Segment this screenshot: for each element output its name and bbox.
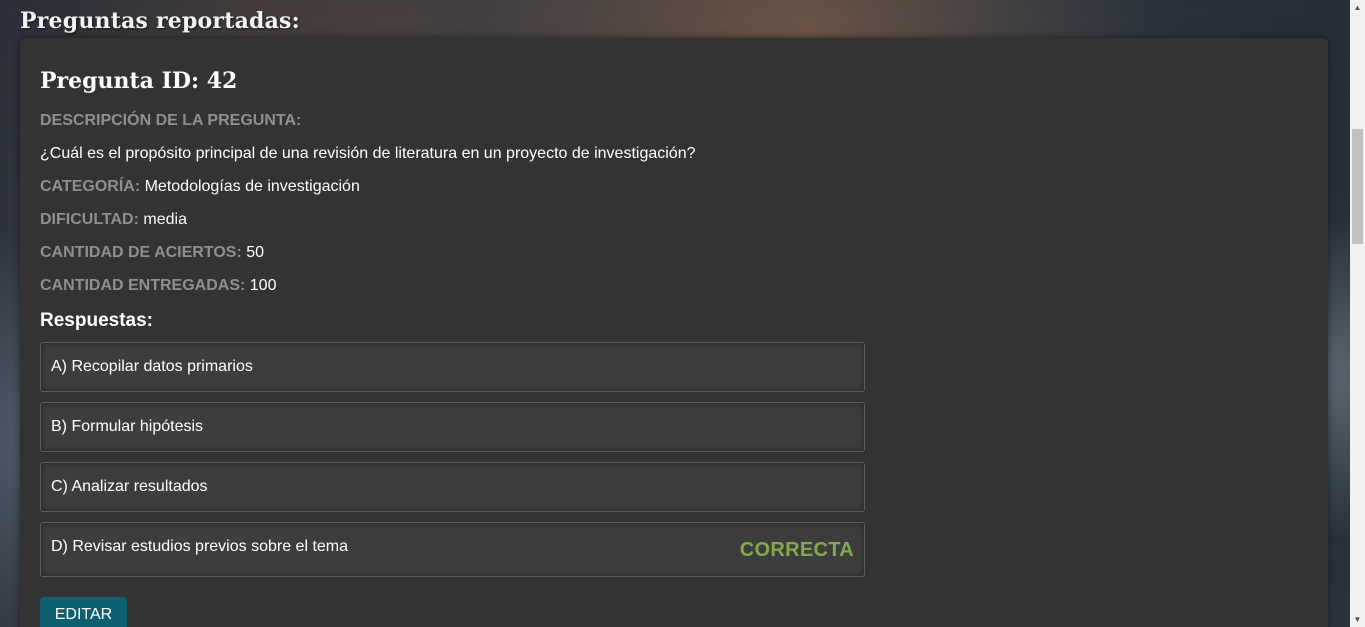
category-row: CATEGORÍA: Metodologías de investigación [40, 178, 360, 196]
difficulty-row: DIFICULTAD: media [40, 211, 187, 229]
answer-text: A) Recopilar datos primarios [51, 358, 253, 375]
answer-text: B) Formular hipótesis [51, 418, 204, 435]
difficulty-value: media [143, 211, 187, 228]
triangle-down-icon[interactable]: ▼ [1350, 612, 1365, 627]
answer-option-a: A) Recopilar datos primarios [40, 342, 865, 392]
answer-option-d: D) Revisar estudios previos sobre el tem… [40, 522, 865, 577]
question-card: Pregunta ID: 42 DESCRIPCIÓN DE LA PREGUN… [20, 38, 1328, 627]
question-title: Pregunta ID: 42 [40, 68, 238, 94]
delivered-value: 100 [249, 277, 277, 294]
delivered-row: CANTIDAD ENTREGADAS: 100 [40, 277, 276, 295]
category-label: CATEGORÍA: [40, 178, 141, 195]
answer-text: D) Revisar estudios previos sobre el tem… [51, 538, 349, 555]
delivered-label: CANTIDAD ENTREGADAS: [40, 277, 246, 294]
hits-value: 50 [246, 244, 265, 261]
hits-label: CANTIDAD DE ACIERTOS: [40, 244, 242, 261]
answer-option-b: B) Formular hipótesis [40, 402, 865, 452]
triangle-up-icon[interactable]: ▲ [1350, 0, 1365, 15]
scrollbar-thumb[interactable] [1352, 129, 1363, 244]
answers-title: Respuestas: [40, 310, 153, 331]
answer-text: C) Analizar resultados [51, 478, 208, 495]
hits-row: CANTIDAD DE ACIERTOS: 50 [40, 244, 264, 262]
difficulty-label: DIFICULTAD: [40, 211, 139, 228]
description-label: DESCRIPCIÓN DE LA PREGUNTA: [40, 112, 302, 129]
category-value: Metodologías de investigación [144, 178, 360, 195]
answer-option-c: C) Analizar resultados [40, 462, 865, 512]
description-text: ¿Cuál es el propósito principal de una r… [40, 145, 696, 162]
edit-button[interactable]: EDITAR [40, 597, 127, 627]
description-label-row: DESCRIPCIÓN DE LA PREGUNTA: [40, 112, 301, 130]
vertical-scrollbar[interactable]: ▲ ▼ [1350, 0, 1365, 627]
page-heading: Preguntas reportadas: [20, 8, 300, 34]
correct-badge: CORRECTA [739, 539, 854, 561]
